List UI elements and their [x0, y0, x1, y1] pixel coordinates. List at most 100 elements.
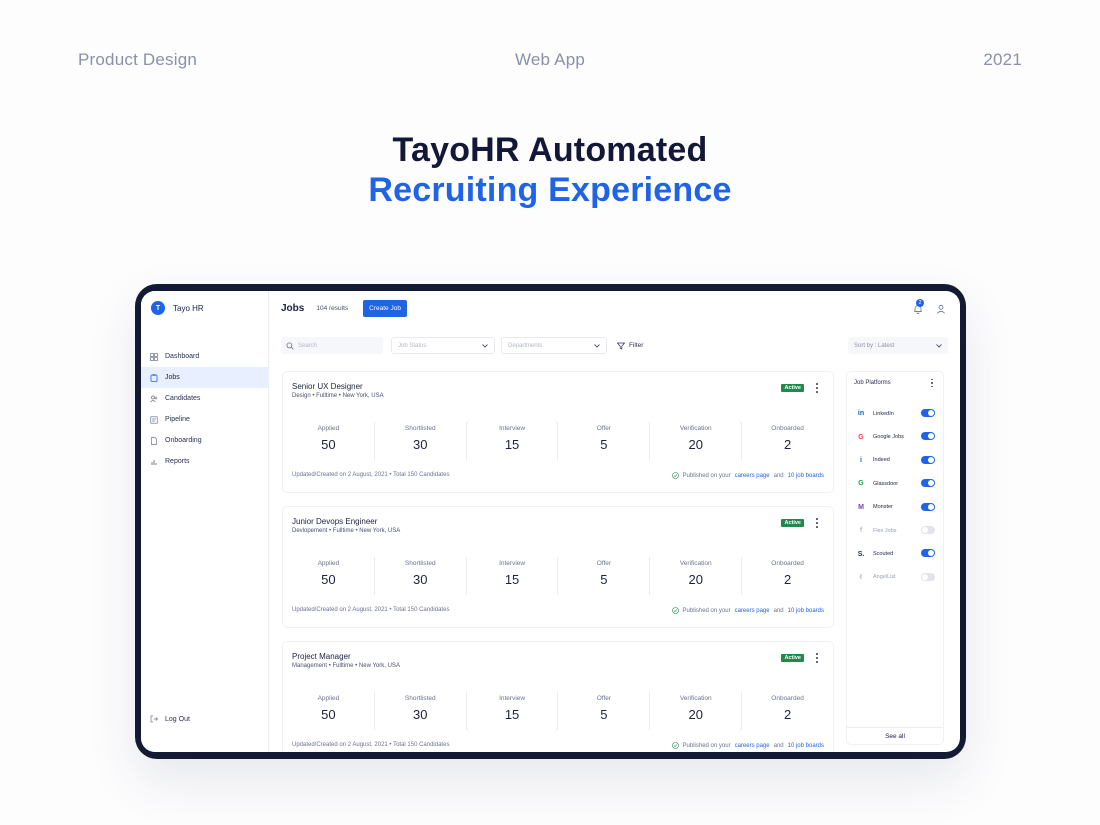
stat-interview[interactable]: Interview 15	[467, 422, 559, 460]
platform-toggle[interactable]	[921, 479, 935, 488]
stat-interview[interactable]: Interview 15	[467, 692, 559, 730]
stat-label: Onboarded	[771, 560, 804, 567]
stat-offer[interactable]: Offer 5	[558, 557, 651, 595]
job-stats: Applied 50 Shortlisted 30 Interview 15 Offe…	[283, 557, 833, 595]
platform-name: Glassdoor	[873, 480, 899, 487]
stat-label: Verification	[679, 560, 712, 567]
user-icon[interactable]	[936, 304, 946, 314]
sidebar-item-jobs[interactable]: Jobs	[141, 367, 269, 388]
stat-label: Verification	[679, 425, 712, 432]
sidebar-item-pipeline[interactable]: Pipeline	[141, 409, 269, 430]
stat-offer[interactable]: Offer 5	[558, 422, 651, 460]
platform-name: Monster	[873, 504, 893, 511]
check-circle-icon	[671, 607, 679, 614]
platform-name: Scouted	[873, 551, 894, 558]
stat-shortlisted[interactable]: Shortlisted 30	[375, 692, 467, 730]
stat-applied[interactable]: Applied 50	[283, 692, 375, 730]
job-status-select[interactable]: Job Status	[391, 337, 495, 354]
pipeline-icon	[150, 415, 158, 424]
sidebar-item-label: Pipeline	[165, 416, 190, 423]
stat-applied[interactable]: Applied 50	[283, 557, 375, 595]
logout-button[interactable]: Log Out	[150, 715, 190, 723]
scouted-icon: S.	[857, 550, 865, 558]
stat-label: Shortlisted	[404, 425, 436, 432]
stat-label: Interview	[499, 695, 526, 702]
job-card[interactable]: Project Manager Management • Fulltime • …	[283, 642, 833, 752]
flexjobs-icon: f	[859, 527, 863, 535]
platform-name: AngelList	[873, 574, 896, 581]
filter-button[interactable]: Filter	[617, 337, 643, 354]
more-options-icon[interactable]	[812, 383, 822, 393]
stat-label: Interview	[499, 425, 526, 432]
stat-offer[interactable]: Offer 5	[558, 692, 651, 730]
sort-label: Sort by : Latest	[854, 342, 895, 349]
job-card[interactable]: Senior UX Designer Design • Fulltime • N…	[283, 372, 833, 492]
stat-shortlisted[interactable]: Shortlisted 30	[375, 557, 467, 595]
platform-item: S. Scouted	[856, 542, 937, 565]
stat-verification[interactable]: Verification 20	[650, 422, 743, 460]
stat-value: 5	[600, 572, 608, 587]
publish-info: Published on your careers page and 10 jo…	[671, 742, 824, 749]
stat-verification[interactable]: Verification 20	[650, 692, 743, 730]
job-title[interactable]: Senior UX Designer	[292, 382, 363, 391]
careers-page-link[interactable]: careers page	[735, 473, 770, 479]
status-badge: Active	[781, 654, 804, 662]
more-options-icon[interactable]	[928, 379, 936, 387]
platform-name: Flex Jobs	[873, 527, 897, 534]
sidebar-item-reports[interactable]: Reports	[141, 451, 269, 472]
job-list: Senior UX Designer Design • Fulltime • N…	[283, 372, 833, 752]
stat-label: Onboarded	[771, 425, 804, 432]
see-all-button[interactable]: See all	[847, 727, 943, 744]
sidebar-item-dashboard[interactable]: Dashboard	[141, 346, 269, 367]
platform-item: M Monster	[856, 496, 937, 519]
search-icon	[286, 342, 294, 350]
sidebar-item-onboarding[interactable]: Onboarding	[141, 430, 269, 451]
platform-toggle[interactable]	[921, 572, 935, 581]
job-type: Fulltime	[332, 663, 354, 669]
job-footer: Updated/Created on 2 August, 2021 • Tota…	[292, 742, 824, 749]
job-location: New York, USA	[342, 393, 384, 399]
sidebar-item-label: Onboarding	[165, 437, 202, 444]
stat-onboarded[interactable]: Onboarded 2	[742, 422, 833, 460]
publish-and: and	[773, 472, 784, 479]
stat-label: Offer	[596, 425, 612, 432]
platform-toggle[interactable]	[921, 432, 935, 441]
publish-text: Published on your	[682, 607, 731, 614]
publish-and: and	[773, 607, 784, 614]
job-boards-link[interactable]: 10 job boards	[788, 743, 824, 749]
job-footer: Updated/Created on 2 August, 2021 • Tota…	[292, 607, 824, 614]
platform-toggle[interactable]	[921, 525, 935, 534]
job-title[interactable]: Project Manager	[292, 652, 351, 661]
google-icon: G	[858, 433, 864, 441]
departments-select[interactable]: Departments	[501, 337, 607, 354]
stat-interview[interactable]: Interview 15	[467, 557, 559, 595]
job-title[interactable]: Junior Devops Engineer	[292, 517, 377, 526]
stat-verification[interactable]: Verification 20	[650, 557, 743, 595]
stat-shortlisted[interactable]: Shortlisted 30	[375, 422, 467, 460]
job-footer: Updated/Created on 2 August, 2021 • Tota…	[292, 472, 824, 479]
sidebar-nav: Dashboard Jobs Candidates Pipeline Onboa…	[141, 346, 269, 472]
stat-onboarded[interactable]: Onboarded 2	[742, 692, 833, 730]
sidebar-item-label: Reports	[165, 458, 190, 465]
careers-page-link[interactable]: careers page	[735, 743, 770, 749]
platform-toggle[interactable]	[921, 549, 935, 558]
job-updated: Updated/Created on 2 August, 2021 • Tota…	[292, 742, 450, 748]
job-boards-link[interactable]: 10 job boards	[788, 473, 824, 479]
sidebar-item-candidates[interactable]: Candidates	[141, 388, 269, 409]
job-boards-link[interactable]: 10 job boards	[788, 608, 824, 614]
stat-value: 30	[413, 707, 428, 722]
create-job-button[interactable]: Create Job	[363, 299, 407, 317]
more-options-icon[interactable]	[812, 653, 822, 663]
stat-applied[interactable]: Applied 50	[283, 422, 375, 460]
stat-onboarded[interactable]: Onboarded 2	[742, 557, 833, 595]
platform-toggle[interactable]	[921, 455, 935, 464]
careers-page-link[interactable]: careers page	[735, 608, 770, 614]
search-input[interactable]: Search	[281, 337, 383, 354]
sort-select[interactable]: Sort by : Latest	[848, 337, 948, 354]
more-options-icon[interactable]	[812, 518, 822, 528]
platform-toggle[interactable]	[921, 409, 935, 417]
platform-toggle[interactable]	[921, 502, 935, 511]
job-card[interactable]: Junior Devops Engineer Devlopement • Ful…	[283, 507, 833, 627]
brand-name: Tayo HR	[173, 303, 204, 313]
brand[interactable]: T Tayo HR	[151, 301, 204, 315]
